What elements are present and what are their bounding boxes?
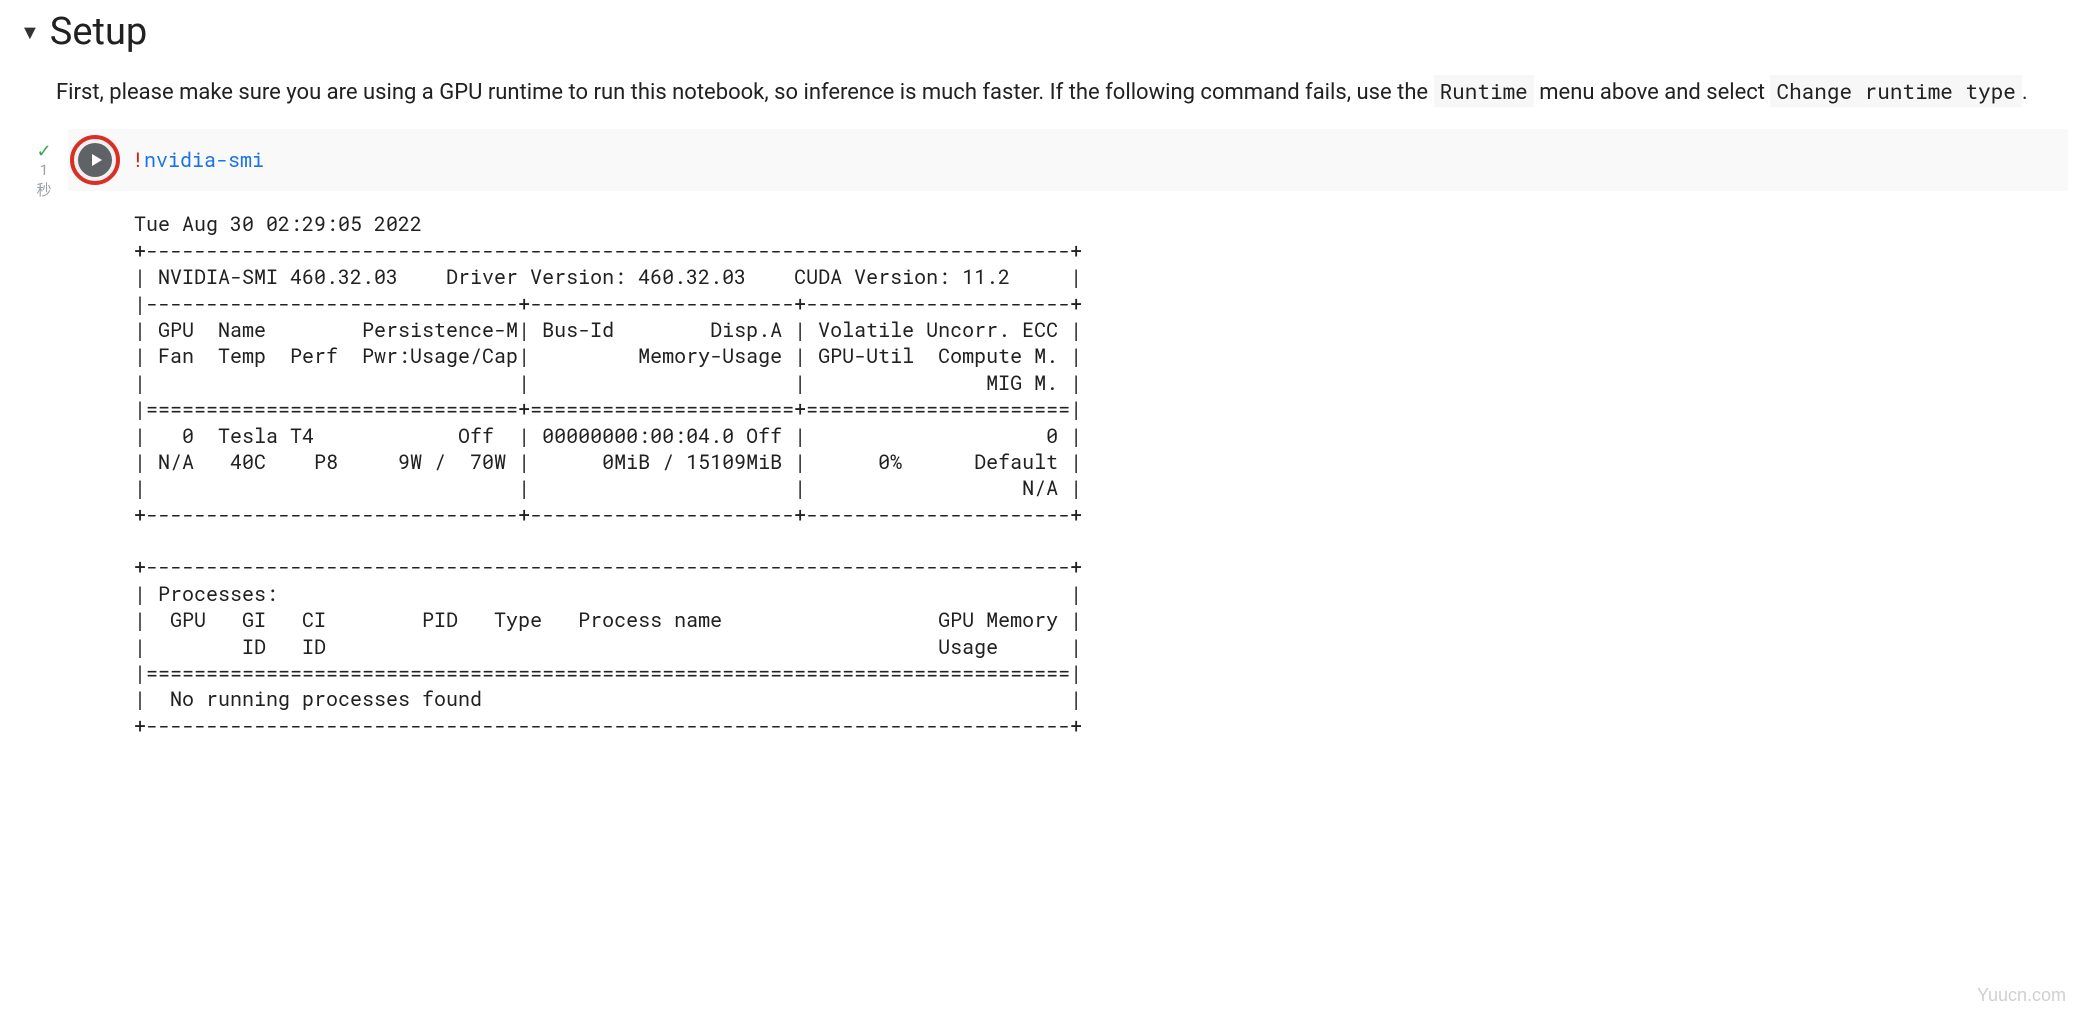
watermark: Yuucn.com: [1977, 985, 2066, 1006]
status-unit: 秒: [36, 179, 51, 200]
code-cell: ✓ 1 秒 !nvidia-smi Tue Aug 30 02:29:05 20…: [20, 129, 2068, 739]
code-input-row[interactable]: !nvidia-smi: [68, 129, 2068, 191]
desc-text-2: menu above and select: [1534, 80, 1771, 105]
section-description: First, please make sure you are using a …: [56, 74, 2068, 111]
section-header: ▼ Setup: [20, 10, 2068, 54]
code-input[interactable]: !nvidia-smi: [132, 147, 264, 173]
code-command: nvidia-smi: [144, 147, 264, 173]
status-check-icon: ✓: [36, 143, 51, 161]
collapse-arrow-icon[interactable]: ▼: [20, 20, 40, 45]
run-cell-button[interactable]: [70, 135, 120, 185]
status-time: 1: [40, 161, 48, 179]
desc-code-change-runtime: Change runtime type: [1770, 75, 2021, 107]
section-title: Setup: [50, 10, 147, 54]
play-icon: [78, 143, 112, 177]
desc-text-1: First, please make sure you are using a …: [56, 80, 1434, 105]
code-bang: !: [132, 147, 144, 173]
cell-output: Tue Aug 30 02:29:05 2022 +--------------…: [68, 191, 2068, 739]
desc-text-3: .: [2022, 80, 2028, 105]
cell-body: !nvidia-smi Tue Aug 30 02:29:05 2022 +--…: [68, 129, 2068, 739]
desc-code-runtime: Runtime: [1434, 75, 1534, 107]
notebook-section: ▼ Setup First, please make sure you are …: [0, 0, 2088, 759]
cell-gutter: ✓ 1 秒: [20, 129, 68, 200]
